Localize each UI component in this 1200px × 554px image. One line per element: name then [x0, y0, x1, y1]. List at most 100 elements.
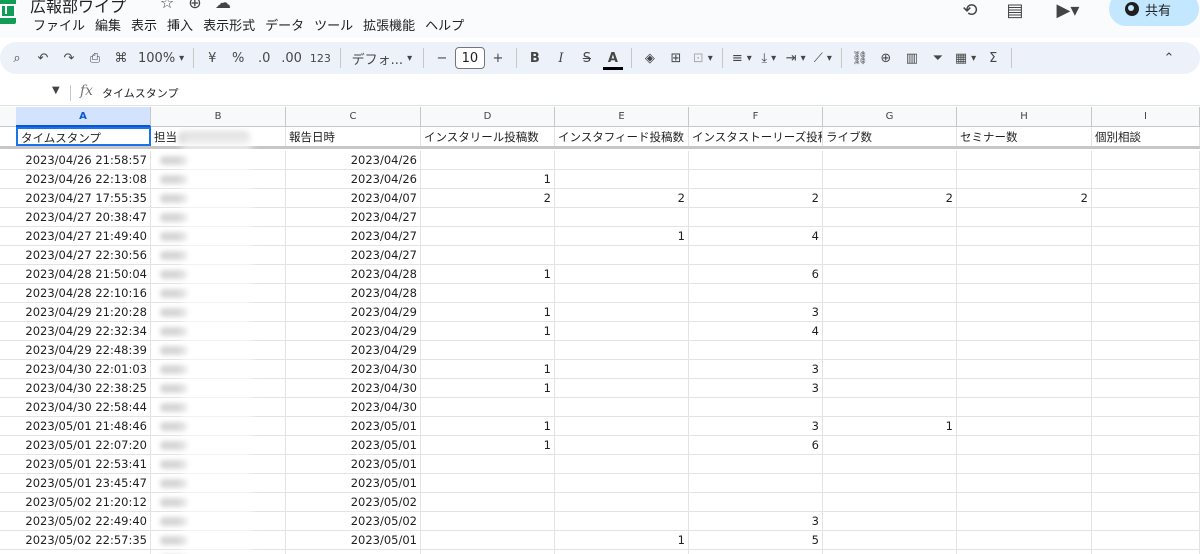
grid-cell[interactable]: [555, 474, 689, 492]
grid-cell[interactable]: [957, 436, 1092, 454]
sheets-logo-icon[interactable]: [0, 0, 16, 24]
grid-cell[interactable]: [823, 360, 957, 378]
grid-cell[interactable]: [689, 208, 823, 226]
grid-cell[interactable]: [957, 227, 1092, 245]
grid-cell[interactable]: [1092, 246, 1200, 264]
grid-cell[interactable]: 2: [421, 189, 555, 207]
grid-cell[interactable]: 2023/04/29 22:48:39: [16, 341, 151, 359]
grid-cell[interactable]: 2023/05/01: [286, 455, 421, 473]
bold-button[interactable]: B: [522, 46, 548, 70]
header-cell[interactable]: ライブ数: [823, 127, 957, 146]
grid-cell[interactable]: [957, 303, 1092, 321]
grid-cell[interactable]: [1092, 208, 1200, 226]
insert-comment-icon[interactable]: ⊕: [873, 46, 899, 70]
grid-cell[interactable]: [1092, 379, 1200, 397]
grid-cell[interactable]: [555, 360, 689, 378]
paint-format-icon[interactable]: ⌘: [108, 46, 134, 70]
grid-cell[interactable]: [957, 493, 1092, 511]
grid-cell[interactable]: [957, 531, 1092, 549]
font-size-decrease-button[interactable]: −: [429, 46, 455, 70]
menu-file[interactable]: ファイル: [30, 14, 92, 34]
grid-cell[interactable]: [1092, 531, 1200, 549]
grid-cell[interactable]: [421, 227, 555, 245]
grid-cell[interactable]: [823, 265, 957, 283]
grid-cell[interactable]: 1: [421, 265, 555, 283]
grid-cell[interactable]: 2023/04/27 20:38:47: [16, 208, 151, 226]
grid-cell[interactable]: [421, 398, 555, 416]
grid-cell[interactable]: 3: [689, 417, 823, 435]
grid-cell[interactable]: [555, 265, 689, 283]
grid-cell[interactable]: 2023/04/29 22:32:34: [16, 322, 151, 340]
grid-cell[interactable]: 1: [421, 379, 555, 397]
column-header-f[interactable]: F: [689, 107, 823, 127]
column-header-e[interactable]: E: [555, 107, 689, 127]
grid-cell[interactable]: [555, 512, 689, 530]
grid-cell[interactable]: 2023/05/01: [286, 436, 421, 454]
grid-cell[interactable]: [689, 170, 823, 188]
grid-cell[interactable]: [555, 493, 689, 511]
grid-cell[interactable]: [823, 550, 957, 554]
grid-cell[interactable]: [689, 550, 823, 554]
text-color-button[interactable]: A: [600, 46, 626, 70]
grid-cell[interactable]: 2023/04/29: [286, 322, 421, 340]
menu-data[interactable]: データ: [262, 14, 311, 34]
grid-cell[interactable]: [957, 322, 1092, 340]
grid-cell[interactable]: [1092, 493, 1200, 511]
strikethrough-button[interactable]: S: [574, 46, 600, 70]
grid-cell[interactable]: 3: [689, 360, 823, 378]
grid-cell[interactable]: [957, 474, 1092, 492]
menu-help[interactable]: ヘルプ: [422, 14, 471, 34]
functions-button[interactable]: Σ: [980, 46, 1006, 70]
grid-cell[interactable]: [823, 512, 957, 530]
star-icon[interactable]: ☆: [158, 0, 176, 12]
grid-cell[interactable]: [957, 512, 1092, 530]
percent-format-button[interactable]: %: [225, 46, 251, 70]
header-cell[interactable]: インスタストーリーズ投稿数: [689, 127, 823, 146]
header-cell[interactable]: タイムスタンプ: [16, 127, 151, 146]
grid-cell[interactable]: [823, 436, 957, 454]
grid-cell[interactable]: [421, 550, 555, 554]
grid-cell[interactable]: 1: [421, 417, 555, 435]
grid-cell[interactable]: 1: [555, 531, 689, 549]
column-header-g[interactable]: G: [823, 107, 957, 127]
column-header-d[interactable]: D: [421, 107, 555, 127]
grid-cell[interactable]: [689, 151, 823, 169]
grid-cell[interactable]: [555, 341, 689, 359]
grid-cell[interactable]: [823, 474, 957, 492]
grid-cell[interactable]: 2023/04/30: [286, 398, 421, 416]
grid-cell[interactable]: 2023/04/30 22:58:44: [16, 398, 151, 416]
grid-cell[interactable]: 2023/05/01 22:07:20: [16, 436, 151, 454]
grid-cell[interactable]: [957, 246, 1092, 264]
formula-input[interactable]: タイムスタンプ: [102, 85, 178, 101]
grid-cell[interactable]: 3: [689, 512, 823, 530]
grid-cell[interactable]: [823, 379, 957, 397]
menu-insert[interactable]: 挿入: [164, 14, 200, 34]
grid-cell[interactable]: [555, 550, 689, 554]
header-cell[interactable]: 個別相談: [1092, 127, 1200, 146]
grid-cell[interactable]: [823, 284, 957, 302]
menu-tools[interactable]: ツール: [311, 14, 360, 34]
grid-cell[interactable]: 4: [689, 227, 823, 245]
grid-cell[interactable]: [555, 170, 689, 188]
grid-cell[interactable]: 2023/05/01 22:53:41: [16, 455, 151, 473]
grid-cell[interactable]: [823, 341, 957, 359]
grid-cell[interactable]: [1092, 512, 1200, 530]
menu-edit[interactable]: 編集: [92, 14, 128, 34]
grid-cell[interactable]: 2023/05/02: [286, 550, 421, 554]
grid-cell[interactable]: [823, 227, 957, 245]
grid-cell[interactable]: [421, 455, 555, 473]
grid-cell[interactable]: 2023/05/01 21:48:46: [16, 417, 151, 435]
grid-cell[interactable]: [957, 151, 1092, 169]
grid-cell[interactable]: 1: [421, 436, 555, 454]
undo-icon[interactable]: ↶: [30, 46, 56, 70]
grid-cell[interactable]: [421, 208, 555, 226]
grid-cell[interactable]: 2023/04/27: [286, 227, 421, 245]
grid-cell[interactable]: [421, 151, 555, 169]
cloud-status-icon[interactable]: ☁: [214, 0, 232, 12]
grid-cell[interactable]: [1092, 417, 1200, 435]
grid-cell[interactable]: 2023/04/28: [286, 265, 421, 283]
grid-cell[interactable]: [1092, 265, 1200, 283]
grid-cell[interactable]: 2023/04/27: [286, 246, 421, 264]
insert-chart-icon[interactable]: ▥: [899, 46, 925, 70]
grid-cell[interactable]: 2023/04/26 22:13:08: [16, 170, 151, 188]
